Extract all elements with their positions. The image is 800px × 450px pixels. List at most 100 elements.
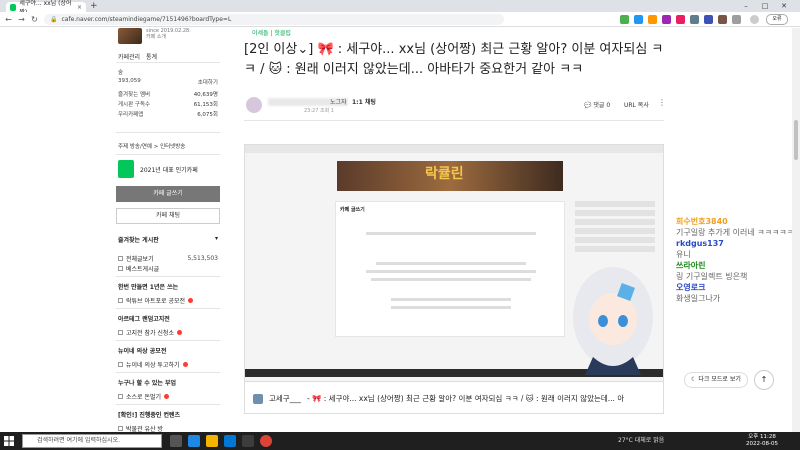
profile-error-button[interactable]: 오류 [766,14,788,25]
scrollbar-thumb[interactable] [794,120,798,160]
comments-label: 댓글 0 [593,102,611,109]
chat-username: 오영로크 [676,283,706,292]
browser-tab[interactable]: 세구야... xx님 (상어짱) × [6,0,86,16]
extension-icon[interactable] [704,15,713,24]
member-level: 숲 [118,70,124,76]
one-on-one-chat-button[interactable]: 1:1 채팅 [352,97,376,106]
reload-icon[interactable]: ↻ [29,14,40,25]
edge-icon[interactable] [188,435,200,447]
maximize-button[interactable]: □ [757,0,773,12]
naver-cafe-icon [10,3,17,11]
divider [116,132,220,133]
file-explorer-icon[interactable] [206,435,218,447]
scroll-top-button[interactable]: ↑ [754,370,774,390]
cafe-chat-button[interactable]: 카페 채팅 [116,208,220,224]
video-browser-bar [245,145,663,153]
divider [116,276,220,277]
stat-label: 게시판 구독수 [118,102,151,108]
back-icon[interactable]: ← [3,14,14,25]
board-item[interactable]: 고지전 참가 신청소 [118,328,218,337]
video-caption[interactable]: 고세구___ - 🎀 : 세구야... xx님 (상어짱) 최근 근황 알아? … [245,381,663,413]
board-item[interactable]: 박물관 유산 방 [118,424,218,432]
embedded-video[interactable]: 락큘린 카페 글쓰기 고세구___ - 🎀: 세구야... xx님 (상어짱)… [244,144,664,414]
cafe-sidebar: since 2019.02.28. 카페 소개 카페관리 통계 숲 393,05… [110,28,222,432]
task-view-icon[interactable] [170,435,182,447]
clock-time: 오후 11:28 [748,434,776,440]
extension-icon[interactable] [690,15,699,24]
popular-cafe-badge: 2021년 대표 인기카페 [140,167,198,174]
more-options-icon[interactable]: ⋮ [658,98,666,107]
caption-text: - 🎀 : 세구야... xx님 (상어짱) 최근 근황 알아? 이분 여자되심… [306,394,625,403]
video-text-line [366,270,536,273]
board-icon [118,266,123,271]
board-label: 박물관 유산 방 [126,426,163,432]
cafe-page: since 2019.02.28. 카페 소개 카페관리 통계 숲 393,05… [0,28,800,432]
chrome-icon[interactable] [260,435,272,447]
chevron-down-icon[interactable]: ▾ [215,235,218,244]
favorite-boards-header[interactable]: 즐겨찾는 게시판 ▾ [118,235,218,244]
stat-value: 40,639명 [193,92,218,98]
chat-username: rkdgus137 [676,239,724,248]
new-tab-button[interactable]: + [90,1,98,11]
favorite-boards-title: 즐겨찾는 게시판 [118,237,159,244]
avatar[interactable] [750,15,759,24]
board-label: 락튜브 아트포로 공모전 [126,298,186,305]
windows-start-icon[interactable] [4,436,14,446]
live-chat-overlay: 희수번호3840 기구일랑 추가게 이러네 ㅋㅋㅋㅋㅋ rkdgus137 유니… [676,216,796,304]
board-item-all[interactable]: 전체글보기 5,513,503 [118,254,218,263]
minimize-button[interactable]: – [738,0,754,12]
extension-icon[interactable] [620,15,629,24]
dark-mode-button[interactable]: ☾ 다크 모드로 보기 [684,372,748,388]
address-bar: ← → ↻ 🔒 cafe.naver.com/steamindiegame/71… [0,12,800,27]
board-label: 소스로 돈벌기 [126,394,162,401]
extension-icon[interactable] [634,15,643,24]
cafe-manage-link[interactable]: 카페관리 [118,54,140,61]
breadcrumb[interactable]: 이세돌 | 핫클립 [252,28,291,37]
app-icon[interactable] [242,435,254,447]
stat-label: 우리카페앱 [118,112,144,118]
forward-icon[interactable]: → [16,14,27,25]
member-count-row: 393,059 초대하기 [118,78,218,86]
divider [116,372,220,373]
naver-badge-icon [118,160,134,178]
board-item[interactable]: 소스로 돈벌기 [118,392,218,401]
cafe-category[interactable]: 주제 방송/연예 > 인터넷방송 [118,142,185,150]
extension-icon[interactable] [718,15,727,24]
taskbar-clock[interactable]: 오후 11:28 2022-08-05 [742,434,782,448]
board-icon [118,330,123,335]
vtuber-avatar [573,267,653,375]
scrollbar[interactable] [792,28,800,432]
cafe-write-button[interactable]: 카페 글쓰기 [116,186,220,202]
close-window-button[interactable]: ✕ [776,0,792,12]
cafe-thumbnail[interactable] [118,28,142,44]
cafe-manage-row: 카페관리 통계 [118,52,157,61]
caption-author[interactable]: 고세구___ [269,393,301,404]
video-text-line [376,262,526,265]
extension-icon[interactable] [676,15,685,24]
member-count[interactable]: 393,059 [118,78,141,86]
board-item[interactable]: 뉴이네 의상 투고하기 [118,360,218,369]
video-icon [253,393,263,404]
author-name[interactable]: 노그자 [330,97,347,106]
divider [116,308,220,309]
board-label: 전체글보기 [126,256,154,263]
extension-icon[interactable] [648,15,657,24]
stat-row: 게시판 구독수 61,153회 [118,100,218,108]
store-icon[interactable] [224,435,236,447]
tab-close-icon[interactable]: × [77,4,82,11]
comments-button[interactable]: 💬 댓글 0 [584,100,610,109]
board-icon [118,256,123,261]
cafe-intro-link[interactable]: 카페 소개 [146,34,191,40]
weather-widget[interactable]: 27°C 대체로 맑음 [618,435,664,447]
invite-link[interactable]: 초대하기 [198,78,218,86]
taskbar-search-input[interactable]: 검색하려면 여기에 입력하십시오. [22,434,162,448]
new-post-icon [188,298,194,303]
board-item[interactable]: 락튜브 아트포로 공모전 [118,296,218,305]
stats-link[interactable]: 통계 [146,54,157,61]
board-item-best[interactable]: 베스트게시글 [118,264,218,273]
avatar[interactable] [246,97,262,113]
url-input[interactable]: 🔒 cafe.naver.com/steamindiegame/7151496?… [44,14,504,25]
url-copy-button[interactable]: URL 복사 [624,100,649,109]
extension-icon[interactable] [662,15,671,24]
puzzle-icon[interactable] [732,15,741,24]
